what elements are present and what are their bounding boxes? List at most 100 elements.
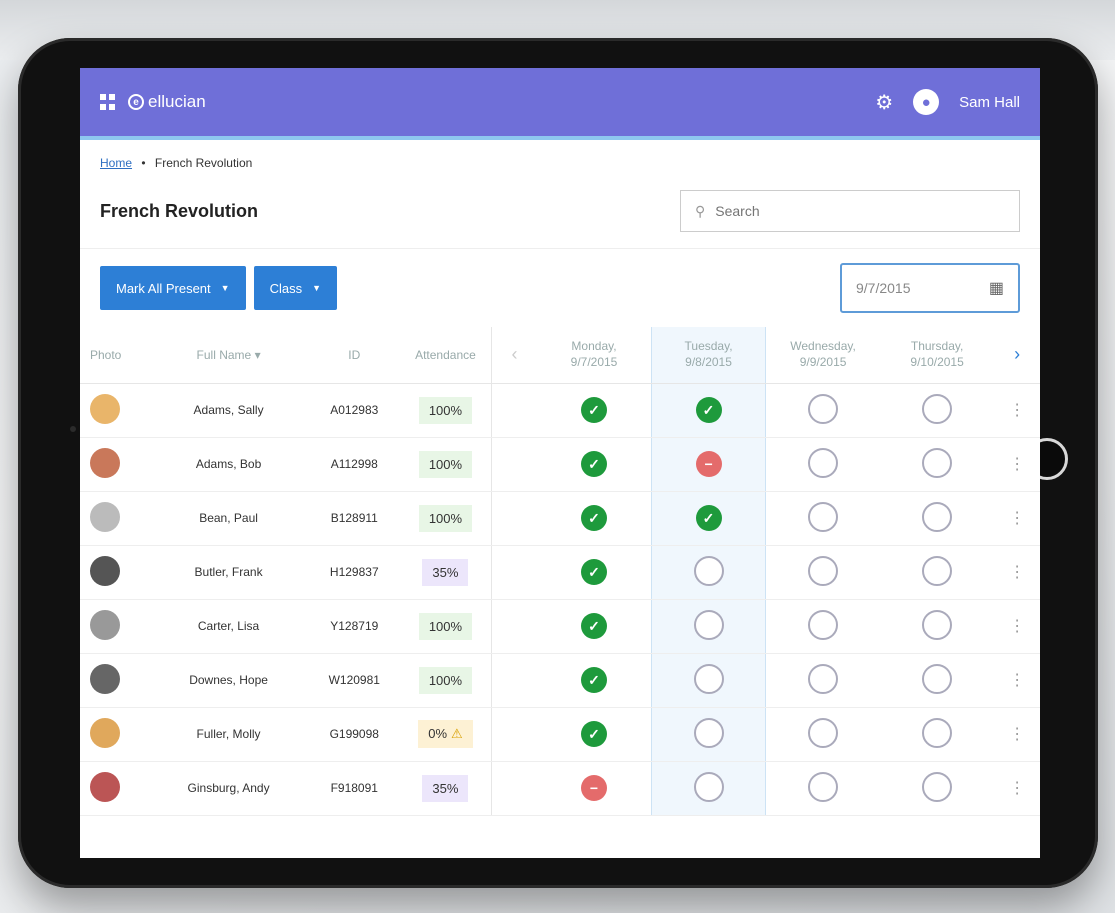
student-id: Y128719 bbox=[308, 599, 400, 654]
chevron-left-icon: ‹ bbox=[511, 344, 518, 365]
user-avatar-icon[interactable]: ● bbox=[913, 89, 940, 115]
app-grid-icon[interactable] bbox=[100, 94, 116, 110]
student-name[interactable]: Bean, Paul bbox=[148, 491, 309, 546]
calendar-icon[interactable]: ▦ bbox=[989, 278, 1004, 298]
present-check-icon[interactable]: ✓ bbox=[581, 667, 607, 693]
empty-status-circle[interactable] bbox=[693, 771, 724, 802]
empty-status-circle[interactable] bbox=[922, 771, 953, 802]
class-label: Class bbox=[269, 280, 303, 296]
empty-status-circle[interactable] bbox=[693, 609, 724, 640]
date-value: 9/7/2015 bbox=[856, 280, 911, 296]
student-name[interactable]: Downes, Hope bbox=[148, 653, 309, 708]
class-button[interactable]: Class ▼ bbox=[253, 266, 338, 310]
empty-status-circle[interactable] bbox=[808, 555, 839, 586]
more-options-icon[interactable]: ⋮ bbox=[1009, 564, 1025, 581]
more-options-icon[interactable]: ⋮ bbox=[1009, 672, 1025, 689]
student-id: B128911 bbox=[308, 491, 400, 546]
absent-minus-icon[interactable]: − bbox=[581, 775, 607, 801]
present-check-icon[interactable]: ✓ bbox=[581, 397, 607, 423]
more-options-icon[interactable]: ⋮ bbox=[1009, 402, 1025, 419]
empty-status-circle[interactable] bbox=[693, 555, 724, 586]
header-attendance: Attendance bbox=[399, 327, 492, 384]
app-header: e ellucian ⚙ ● Sam Hall bbox=[80, 68, 1040, 140]
student-name[interactable]: Carter, Lisa bbox=[148, 599, 309, 654]
attendance-badge: 35% bbox=[422, 558, 469, 586]
header-full-name[interactable]: Full Name ▾ bbox=[148, 327, 309, 384]
more-options-icon[interactable]: ⋮ bbox=[1009, 726, 1025, 743]
empty-status-circle[interactable] bbox=[693, 663, 724, 694]
student-name[interactable]: Adams, Sally bbox=[148, 383, 309, 438]
student-id: W120981 bbox=[308, 653, 400, 708]
empty-status-circle[interactable] bbox=[808, 663, 839, 694]
brand-mark-icon: e bbox=[128, 94, 144, 110]
brand-name: ellucian bbox=[148, 92, 206, 111]
user-name[interactable]: Sam Hall bbox=[959, 94, 1020, 111]
empty-status-circle[interactable] bbox=[808, 609, 839, 640]
chevron-right-icon: › bbox=[1014, 344, 1021, 365]
attendance-badge: 100% bbox=[418, 396, 473, 424]
present-check-icon[interactable]: ✓ bbox=[581, 721, 607, 747]
gear-icon[interactable]: ⚙ bbox=[875, 90, 893, 115]
student-name[interactable]: Butler, Frank bbox=[148, 545, 309, 600]
empty-status-circle[interactable] bbox=[808, 447, 839, 478]
camera bbox=[70, 426, 76, 432]
sort-down-icon: ▾ bbox=[254, 347, 261, 362]
empty-status-circle[interactable] bbox=[922, 609, 953, 640]
day-header: Wednesday, 9/9/2015 bbox=[765, 327, 880, 384]
present-check-icon[interactable]: ✓ bbox=[581, 613, 607, 639]
empty-status-circle[interactable] bbox=[922, 555, 953, 586]
tablet-device: e ellucian ⚙ ● Sam Hall Home • French Re… bbox=[18, 38, 1098, 888]
mark-all-present-button[interactable]: Mark All Present ▼ bbox=[100, 266, 246, 310]
student-id: H129837 bbox=[308, 545, 400, 600]
date-picker[interactable]: 9/7/2015 ▦ bbox=[840, 263, 1020, 313]
absent-minus-icon[interactable]: − bbox=[695, 451, 722, 477]
table-row: Fuller, Molly G199098 0% ⚠ ✓ ⋮ bbox=[80, 707, 1040, 762]
table-row: Bean, Paul B128911 100% ✓ ✓ ⋮ bbox=[80, 491, 1040, 546]
student-photo bbox=[90, 447, 120, 478]
empty-status-circle[interactable] bbox=[808, 717, 839, 748]
empty-status-circle[interactable] bbox=[922, 663, 953, 694]
brand-logo[interactable]: e ellucian bbox=[128, 92, 206, 112]
student-photo bbox=[90, 501, 120, 532]
empty-status-circle[interactable] bbox=[922, 501, 953, 532]
warning-icon: ⚠ bbox=[451, 726, 463, 741]
empty-status-circle[interactable] bbox=[808, 771, 839, 802]
breadcrumb-home-link[interactable]: Home bbox=[100, 156, 132, 170]
empty-status-circle[interactable] bbox=[922, 447, 953, 478]
next-week-button[interactable]: › bbox=[994, 327, 1040, 384]
student-id: A012983 bbox=[308, 383, 400, 438]
more-options-icon[interactable]: ⋮ bbox=[1009, 780, 1025, 797]
more-options-icon[interactable]: ⋮ bbox=[1009, 618, 1025, 635]
student-photo bbox=[90, 771, 120, 802]
attendance-badge: 100% bbox=[418, 612, 473, 640]
student-photo bbox=[90, 609, 120, 640]
empty-status-circle[interactable] bbox=[922, 717, 953, 748]
search-box[interactable]: ⚲ bbox=[680, 190, 1020, 232]
search-input[interactable] bbox=[715, 203, 1005, 219]
student-id: F918091 bbox=[308, 761, 400, 816]
student-name[interactable]: Ginsburg, Andy bbox=[148, 761, 309, 816]
present-check-icon[interactable]: ✓ bbox=[695, 397, 722, 423]
present-check-icon[interactable]: ✓ bbox=[695, 505, 722, 531]
prev-week-button[interactable]: ‹ bbox=[490, 327, 538, 384]
more-options-icon[interactable]: ⋮ bbox=[1009, 510, 1025, 527]
attendance-table: Photo Full Name ▾ ID Attendance ‹ Monday… bbox=[80, 327, 1040, 816]
table-row: Adams, Sally A012983 100% ✓ ✓ ⋮ bbox=[80, 383, 1040, 438]
present-check-icon[interactable]: ✓ bbox=[581, 505, 607, 531]
header-photo: Photo bbox=[80, 327, 149, 384]
empty-status-circle[interactable] bbox=[808, 393, 839, 424]
day-header: Thursday, 9/10/2015 bbox=[879, 327, 995, 384]
student-name[interactable]: Fuller, Molly bbox=[148, 707, 309, 762]
breadcrumb: Home • French Revolution bbox=[80, 140, 1040, 170]
present-check-icon[interactable]: ✓ bbox=[581, 559, 607, 585]
student-id: A112998 bbox=[308, 437, 400, 492]
empty-status-circle[interactable] bbox=[922, 393, 953, 424]
student-photo bbox=[90, 555, 120, 586]
student-name[interactable]: Adams, Bob bbox=[148, 437, 309, 492]
more-options-icon[interactable]: ⋮ bbox=[1009, 456, 1025, 473]
present-check-icon[interactable]: ✓ bbox=[581, 451, 607, 477]
student-id: G199098 bbox=[308, 707, 400, 762]
chevron-down-icon: ▼ bbox=[312, 283, 322, 293]
empty-status-circle[interactable] bbox=[693, 717, 724, 748]
empty-status-circle[interactable] bbox=[808, 501, 839, 532]
